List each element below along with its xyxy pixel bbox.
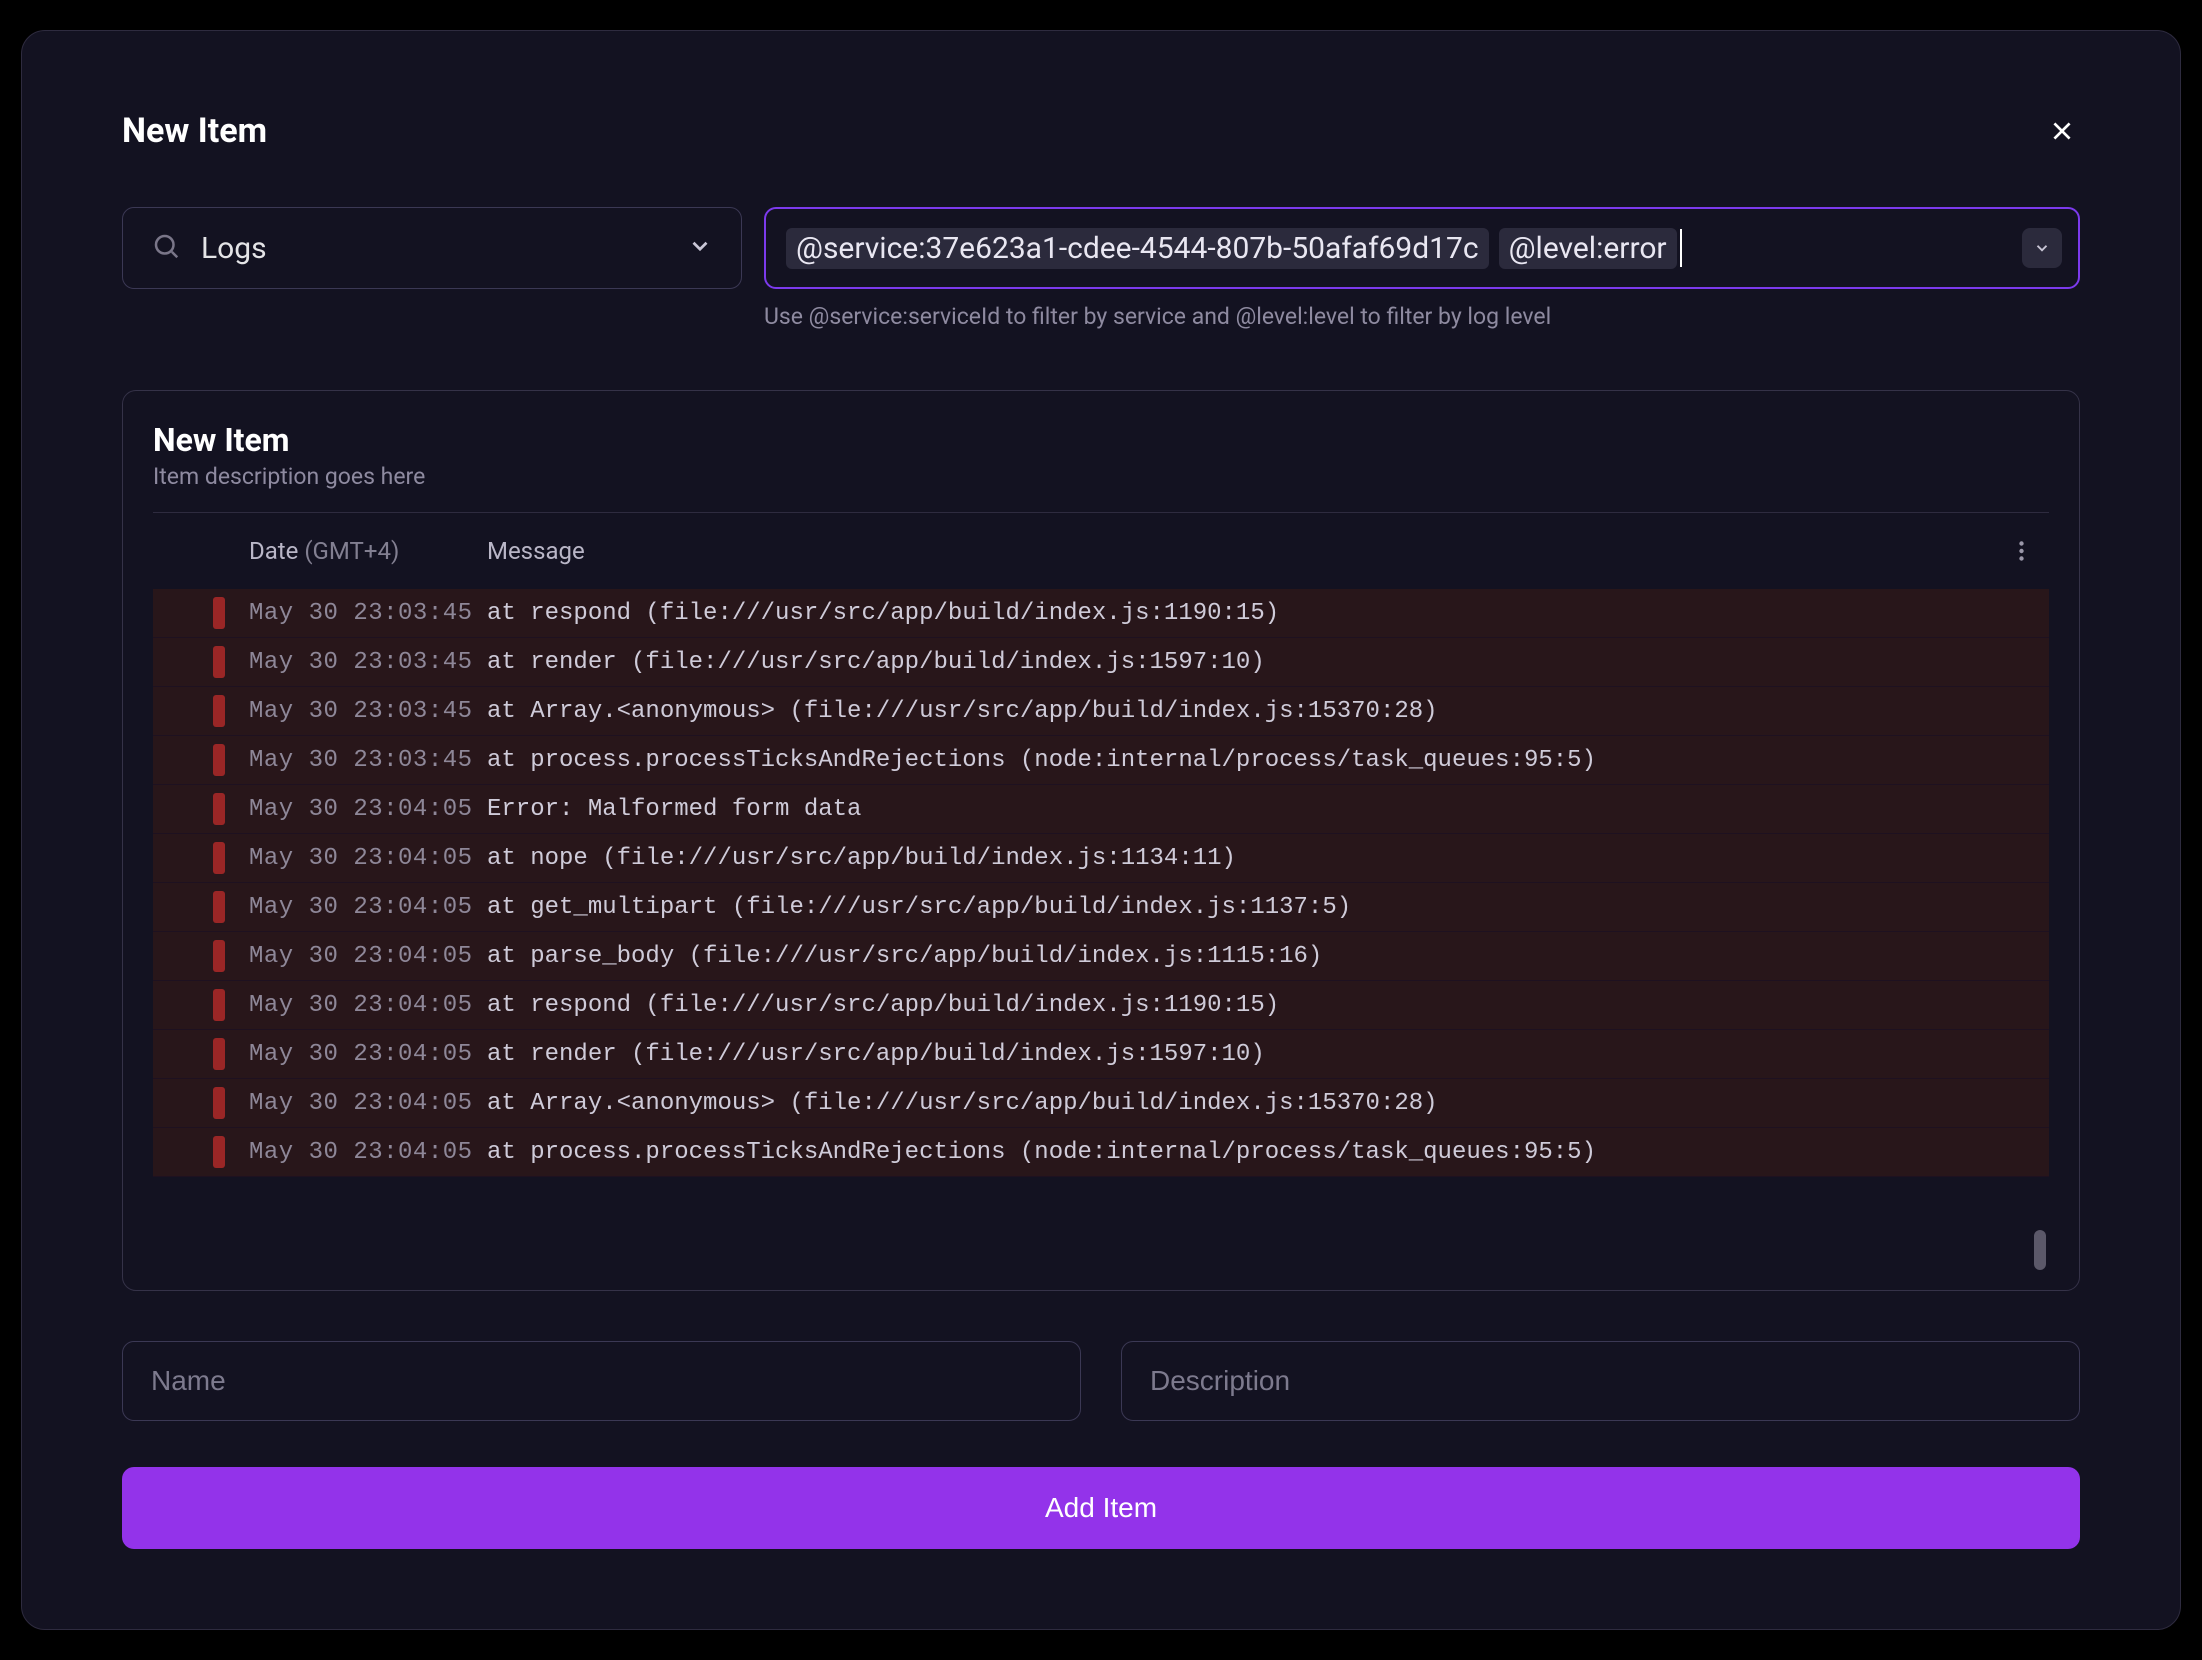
modal-title: New Item [122,111,267,151]
query-chip[interactable]: @level:error [1499,228,1677,269]
form-row [122,1341,2080,1421]
log-timestamp: May 30 23:04:05 [249,845,487,872]
chevron-down-icon [687,233,713,263]
log-row[interactable]: May 30 23:04:05at Array.<anonymous> (fil… [153,1079,2049,1128]
log-message: at render (file:///usr/src/app/build/ind… [487,649,1265,676]
log-timestamp: May 30 23:04:05 [249,943,487,970]
preview-panel: New Item Item description goes here Date… [122,390,2080,1291]
severity-indicator [213,1136,225,1168]
severity-indicator [213,646,225,678]
severity-indicator [213,793,225,825]
log-message: at nope (file:///usr/src/app/build/index… [487,845,1236,872]
log-message: at Array.<anonymous> (file:///usr/src/ap… [487,698,1438,725]
description-field[interactable] [1121,1341,2080,1421]
close-button[interactable] [2044,113,2080,149]
query-input[interactable]: @service:37e623a1-cdee-4544-807b-50afaf6… [764,207,2080,289]
new-item-modal: New Item Logs @service:37e623a1-cdee-454… [21,30,2181,1630]
scrollbar-thumb[interactable] [2034,1230,2046,1270]
log-timestamp: May 30 23:03:45 [249,698,487,725]
log-row[interactable]: May 30 23:03:45at respond (file:///usr/s… [153,589,2049,638]
query-chip[interactable]: @service:37e623a1-cdee-4544-807b-50afaf6… [786,228,1489,269]
log-message: at Array.<anonymous> (file:///usr/src/ap… [487,1090,1438,1117]
log-message: at render (file:///usr/src/app/build/ind… [487,1041,1265,1068]
severity-indicator [213,1087,225,1119]
log-message: at process.processTicksAndRejections (no… [487,747,1596,774]
log-row[interactable]: May 30 23:04:05at parse_body (file:///us… [153,932,2049,981]
log-message: at parse_body (file:///usr/src/app/build… [487,943,1322,970]
log-row[interactable]: May 30 23:04:05at respond (file:///usr/s… [153,981,2049,1030]
table-menu-button[interactable] [2009,539,2033,563]
severity-indicator [213,744,225,776]
log-row[interactable]: May 30 23:04:05at nope (file:///usr/src/… [153,834,2049,883]
chevron-down-icon [2033,239,2051,257]
severity-indicator [213,1038,225,1070]
preview-subtitle: Item description goes here [153,463,2049,490]
log-timestamp: May 30 23:04:05 [249,1139,487,1166]
preview-title: New Item [153,421,2049,459]
log-timestamp: May 30 23:04:05 [249,1090,487,1117]
severity-indicator [213,597,225,629]
log-timestamp: May 30 23:03:45 [249,600,487,627]
column-date: Date (GMT+4) [249,537,487,565]
log-message: at process.processTicksAndRejections (no… [487,1139,1596,1166]
log-row[interactable]: May 30 23:03:45at process.processTicksAn… [153,736,2049,785]
log-row[interactable]: May 30 23:03:45at Array.<anonymous> (fil… [153,687,2049,736]
add-item-button[interactable]: Add Item [122,1467,2080,1549]
type-select-value: Logs [201,231,667,266]
log-row[interactable]: May 30 23:04:05at render (file:///usr/sr… [153,1030,2049,1079]
log-message: at respond (file:///usr/src/app/build/in… [487,600,1279,627]
filter-row: Logs @service:37e623a1-cdee-4544-807b-50… [122,207,2080,289]
log-timestamp: May 30 23:04:05 [249,1041,487,1068]
log-row[interactable]: May 30 23:04:05at process.processTicksAn… [153,1128,2049,1177]
modal-header: New Item [122,111,2080,151]
log-message: at respond (file:///usr/src/app/build/in… [487,992,1279,1019]
column-message: Message [487,537,2009,565]
severity-indicator [213,695,225,727]
filter-hint: Use @service:serviceId to filter by serv… [764,303,2080,330]
log-table-body[interactable]: May 30 23:03:45at respond (file:///usr/s… [153,589,2049,1274]
log-message: at get_multipart (file:///usr/src/app/bu… [487,894,1351,921]
log-timestamp: May 30 23:04:05 [249,894,487,921]
log-timestamp: May 30 23:03:45 [249,747,487,774]
log-timestamp: May 30 23:04:05 [249,992,487,1019]
severity-indicator [213,989,225,1021]
log-timestamp: May 30 23:04:05 [249,796,487,823]
log-timestamp: May 30 23:03:45 [249,649,487,676]
kebab-icon [2019,541,2024,561]
log-message: Error: Malformed form data [487,796,861,823]
text-caret [1680,229,1682,267]
severity-indicator [213,940,225,972]
query-expand-button[interactable] [2022,228,2062,268]
log-row[interactable]: May 30 23:04:05at get_multipart (file://… [153,883,2049,932]
query-content: @service:37e623a1-cdee-4544-807b-50afaf6… [786,228,2010,269]
type-select[interactable]: Logs [122,207,742,289]
column-date-label: Date [249,537,298,565]
search-icon [151,231,181,265]
log-row[interactable]: May 30 23:04:05Error: Malformed form dat… [153,785,2049,834]
severity-indicator [213,891,225,923]
close-icon [2049,118,2075,144]
log-row[interactable]: May 30 23:03:45at render (file:///usr/sr… [153,638,2049,687]
name-field[interactable] [122,1341,1081,1421]
log-table-header: Date (GMT+4) Message [153,512,2049,589]
column-date-tz: (GMT+4) [304,537,399,565]
severity-indicator [213,842,225,874]
